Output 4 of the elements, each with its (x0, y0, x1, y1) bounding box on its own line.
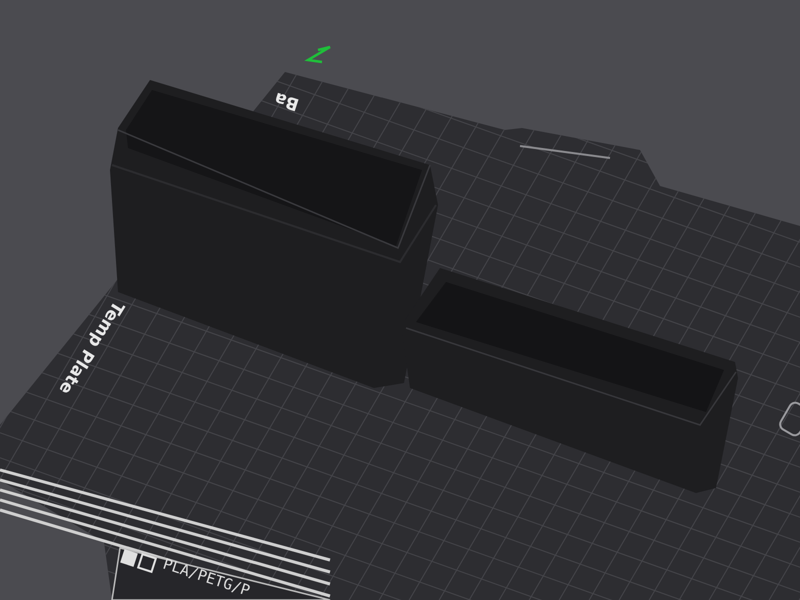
axis-marker-icon (304, 46, 332, 64)
plate-logo-icon (120, 549, 158, 574)
navigation-cube-icon (776, 400, 800, 438)
plate-text: Ba (272, 88, 302, 114)
